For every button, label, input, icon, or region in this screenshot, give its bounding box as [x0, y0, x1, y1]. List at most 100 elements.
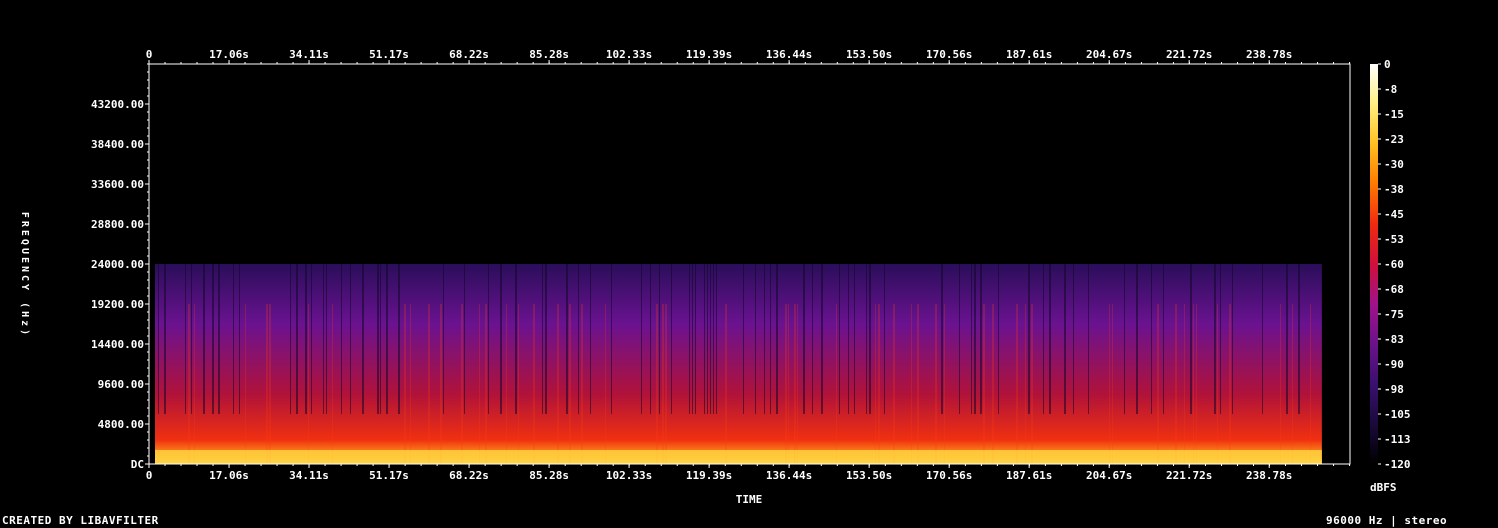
spectral-burst: [797, 304, 798, 464]
spectral-burst: [266, 304, 268, 464]
spectral-burst: [1025, 304, 1026, 464]
spectral-gap: [869, 264, 871, 414]
spectral-burst: [269, 304, 271, 464]
colorbar-tick-label: -90: [1384, 358, 1404, 371]
x-axis-top: 0 17.06s 34.11s 51.17s 68.22s 85.28s 102.33s 11…: [146, 48, 1351, 64]
spectral-gap: [803, 264, 805, 414]
x-tick-label-top: 102.33s: [606, 48, 652, 61]
spectral-gap: [776, 264, 778, 414]
spectral-gap: [500, 264, 502, 414]
spectral-gap: [755, 264, 756, 414]
spectral-gap: [305, 264, 307, 414]
spectral-burst: [569, 304, 571, 464]
spectral-burst: [194, 304, 195, 464]
spectral-gap: [641, 264, 642, 414]
y-tick-label: 19200.00: [91, 298, 144, 311]
spectral-burst: [557, 304, 559, 464]
colorbar-tick-label: -120: [1384, 458, 1411, 471]
spectral-gap: [311, 264, 312, 414]
colorbar-tick-label: -38: [1384, 183, 1404, 196]
colorbar-tick-label: -68: [1384, 283, 1404, 296]
spectral-burst: [506, 304, 507, 464]
spectral-gap: [1190, 264, 1192, 414]
x-tick-label-top: 68.22s: [449, 48, 489, 61]
spectral-burst: [1031, 304, 1033, 464]
spectral-gap: [386, 264, 388, 414]
spectral-gap: [323, 264, 324, 414]
spectral-gap: [296, 264, 298, 414]
colorbar-tick-label: -105: [1384, 408, 1411, 421]
spectral-gap: [884, 264, 885, 414]
x-tick-label-bottom: 85.28s: [529, 469, 569, 482]
spectral-burst: [1175, 304, 1177, 464]
x-tick-label-top: 204.67s: [1086, 48, 1132, 61]
spectral-gap: [1232, 264, 1233, 414]
x-tick-label-bottom: 119.39s: [686, 469, 732, 482]
y-tick-label: 43200.00: [91, 98, 144, 111]
x-tick-label-top: 153.50s: [846, 48, 892, 61]
spectral-gap: [377, 264, 379, 414]
colorbar-tick-label: -30: [1384, 158, 1404, 171]
spectral-gap: [164, 264, 166, 414]
spectral-burst: [1217, 304, 1218, 464]
spectral-gap: [1151, 264, 1152, 414]
spectral-gap: [707, 264, 708, 414]
colorbar-tick-label: -45: [1384, 208, 1404, 221]
spectrogram-area: [155, 264, 1322, 464]
spectral-burst: [1016, 304, 1018, 464]
x-tick-label-bottom: 17.06s: [209, 469, 249, 482]
spectral-burst: [785, 304, 787, 464]
spectral-gap: [239, 264, 240, 414]
x-axis-title: TIME: [736, 493, 763, 506]
spectral-gap: [692, 264, 693, 414]
spectral-gap: [998, 264, 999, 414]
spectral-gap: [398, 264, 400, 414]
x-tick-label-bottom: 68.22s: [449, 469, 489, 482]
spectral-gap: [659, 264, 660, 414]
y-tick-label: DC: [131, 458, 144, 471]
y-tick-label: 14400.00: [91, 338, 144, 351]
spectral-gap: [326, 264, 327, 414]
spectral-burst: [662, 304, 664, 464]
spectrogram-chart: 0 17.06s 34.11s 51.17s 68.22s 85.28s 102.33s 11…: [19, 48, 1411, 506]
spectral-gap: [203, 264, 205, 414]
spectral-burst: [794, 304, 796, 464]
x-tick-label-bottom: 238.78s: [1246, 469, 1292, 482]
spectral-gap: [941, 264, 943, 414]
spectral-gap: [743, 264, 744, 414]
spectral-gap: [716, 264, 717, 414]
x-tick-label-top: 34.11s: [289, 48, 329, 61]
spectral-burst: [878, 304, 880, 464]
x-tick-label-top: 51.17s: [369, 48, 409, 61]
spectral-gap: [812, 264, 813, 414]
spectral-gap: [233, 264, 234, 414]
spectral-burst: [1184, 304, 1185, 464]
spectral-gap: [710, 264, 711, 414]
spectral-gap: [959, 264, 960, 414]
x-axis-bottom: 0 17.06s 34.11s 51.17s 68.22s 85.28s 102.33s 11…: [146, 464, 1351, 482]
colorbar-tick-label: -60: [1384, 258, 1404, 271]
spectral-burst: [944, 304, 945, 464]
spectral-gap: [515, 264, 517, 414]
spectral-gap: [545, 264, 547, 414]
x-tick-label-bottom: 204.67s: [1086, 469, 1132, 482]
spectral-gap: [866, 264, 867, 414]
spectral-gap: [854, 264, 855, 414]
spectral-gap: [185, 264, 186, 414]
x-tick-label-top: 170.56s: [926, 48, 972, 61]
y-tick-label: 38400.00: [91, 138, 144, 151]
spectral-gap: [1064, 264, 1066, 414]
x-tick-label-top: 221.72s: [1166, 48, 1212, 61]
spectral-burst: [917, 304, 919, 464]
spectral-gap: [578, 264, 579, 414]
spectral-gap: [212, 264, 214, 414]
spectral-gap: [611, 264, 612, 414]
x-tick-label-top: 17.06s: [209, 48, 249, 61]
spectral-burst: [1109, 304, 1110, 464]
spectral-gap: [695, 264, 696, 414]
spectral-burst: [788, 304, 789, 464]
spectral-burst: [1292, 304, 1293, 464]
colorbar-tick-label: -15: [1384, 108, 1404, 121]
spectral-gap: [971, 264, 972, 414]
colorbar-axis: 0 -8 -15 -23 -30 -38 -45 -53 -60 -68 -75 -83 -90 -98 -…: [1378, 58, 1411, 471]
